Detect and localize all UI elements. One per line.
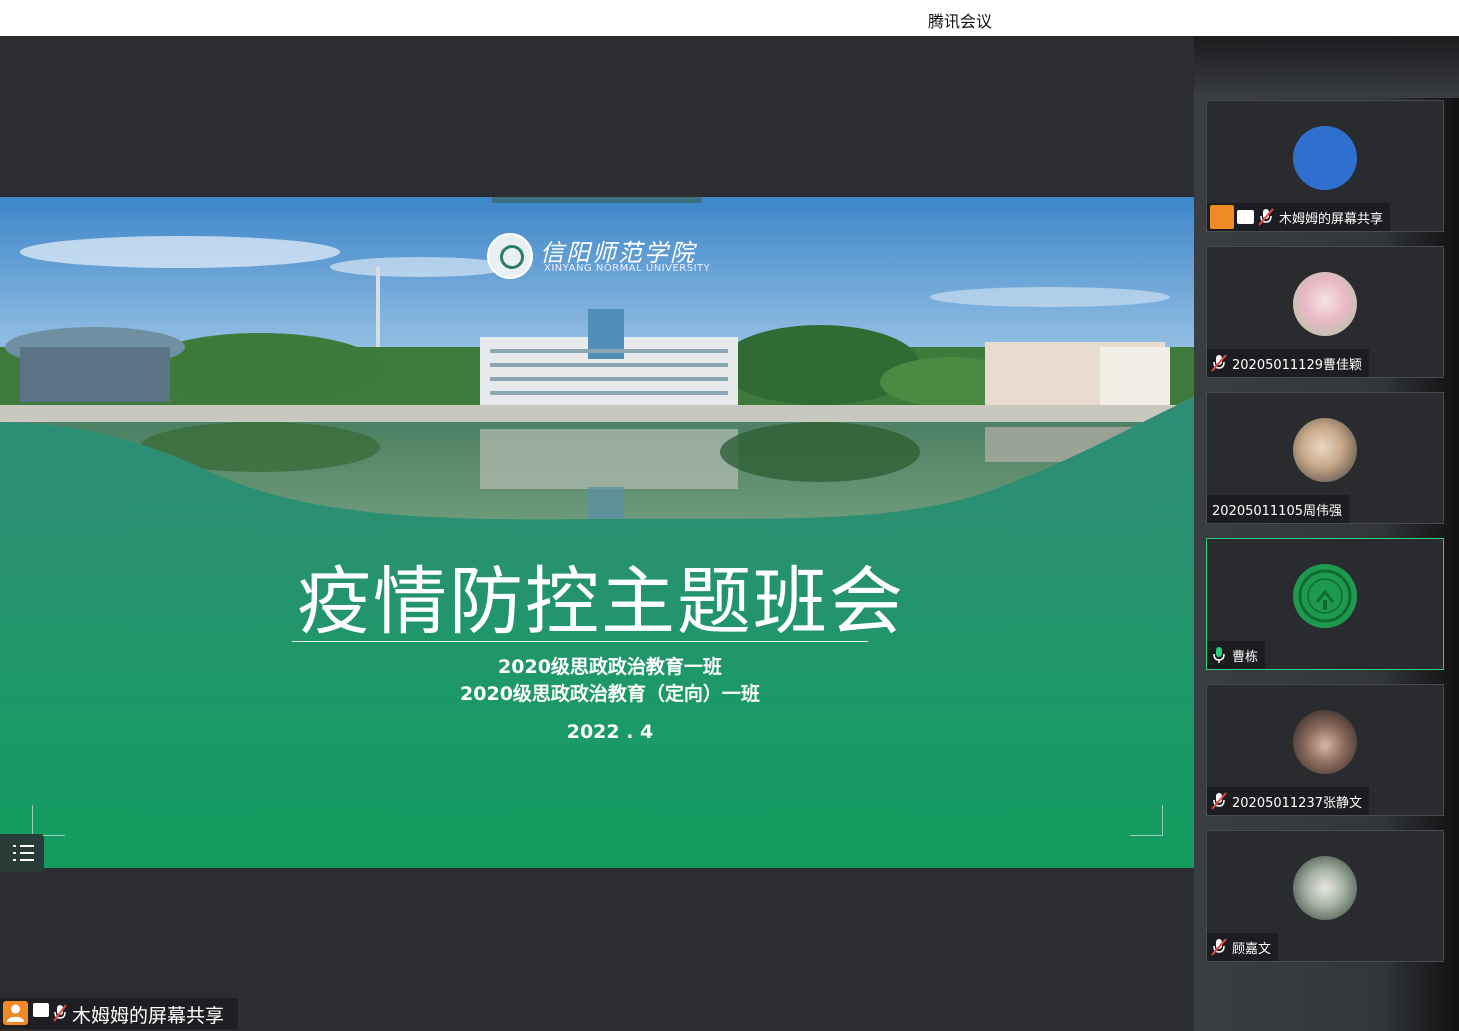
participant-tile[interactable]: 20205011237张静文 [1206, 684, 1444, 816]
slide-accent-bar [492, 197, 702, 203]
university-logo-avatar [1293, 564, 1357, 628]
share-badge-label: 木姆姆的屏幕共享 [72, 1005, 225, 1027]
avatar [1293, 272, 1357, 336]
mic-muted-icon [53, 1004, 67, 1022]
screen-share-icon [33, 1003, 49, 1017]
participant-name-tag: 20205011237张静文 [1207, 787, 1369, 815]
presentation-slide: 信阳师范学院 XINYANG NORMAL UNIVERSITY 疫情防控主题班… [0, 197, 1194, 868]
participant-tile[interactable]: 20205011129曹佳颖 [1206, 246, 1444, 378]
university-emblem-icon [487, 233, 533, 279]
corner-decoration-right [1130, 805, 1163, 836]
mic-on-icon [1213, 647, 1225, 663]
participant-name: 顾嘉文 [1232, 941, 1272, 957]
avatar [1293, 418, 1357, 482]
avatar [1293, 126, 1357, 190]
participant-name-tag: 20205011129曹佳颖 [1207, 349, 1369, 377]
avatar [1293, 856, 1357, 920]
participant-name: 木姆姆的屏幕共享 [1279, 211, 1384, 227]
participant-name: 曹栋 [1232, 649, 1259, 665]
participant-sidebar: 木姆姆的屏幕共享 20205011129曹佳颖 20205011105周伟强 曹… [1194, 36, 1459, 1031]
avatar [1293, 710, 1357, 774]
mic-muted-icon [1211, 792, 1227, 810]
title-divider [292, 641, 868, 642]
person-icon [3, 1001, 28, 1025]
participant-name-tag: 20205011105周伟强 [1207, 495, 1349, 523]
participant-tile[interactable]: 20205011105周伟强 [1206, 392, 1444, 524]
screen-share-badge: 木姆姆的屏幕共享 [0, 998, 238, 1029]
participant-tile[interactable]: 曹栋 [1206, 538, 1444, 670]
participant-name-tag: 曹栋 [1207, 641, 1266, 669]
mic-muted-icon [1258, 208, 1274, 226]
slide-title: 疫情防控主题班会 [297, 559, 905, 645]
participant-tile[interactable]: 木姆姆的屏幕共享 [1206, 100, 1444, 232]
corner-decoration-left [32, 805, 65, 836]
mic-muted-icon [1211, 938, 1227, 956]
mic-muted-icon [1211, 354, 1227, 372]
slide-list-button[interactable] [0, 834, 44, 872]
participant-name: 20205011129曹佳颖 [1232, 357, 1362, 373]
participant-tile[interactable]: 顾嘉文 [1206, 830, 1444, 962]
sidebar-header [1194, 36, 1459, 98]
university-name-en: XINYANG NORMAL UNIVERSITY [544, 263, 711, 274]
participant-name-tag: 木姆姆的屏幕共享 [1207, 203, 1391, 231]
slide-date: 2022 . 4 [566, 721, 654, 743]
screen-share-icon [1237, 210, 1254, 224]
window-title: 腾讯会议 [927, 12, 992, 31]
person-icon [1210, 205, 1234, 229]
title-bar: 腾讯会议 [0, 0, 1459, 36]
participant-name: 20205011237张静文 [1232, 795, 1362, 811]
slide-subtitle-2: 2020级思政政治教育（定向）一班 [460, 683, 760, 705]
slide-subtitle-1: 2020级思政政治教育一班 [498, 656, 722, 678]
participant-name-tag: 顾嘉文 [1207, 933, 1279, 961]
participant-name: 20205011105周伟强 [1212, 503, 1342, 519]
shared-screen-area: 信阳师范学院 XINYANG NORMAL UNIVERSITY 疫情防控主题班… [0, 36, 1194, 1031]
